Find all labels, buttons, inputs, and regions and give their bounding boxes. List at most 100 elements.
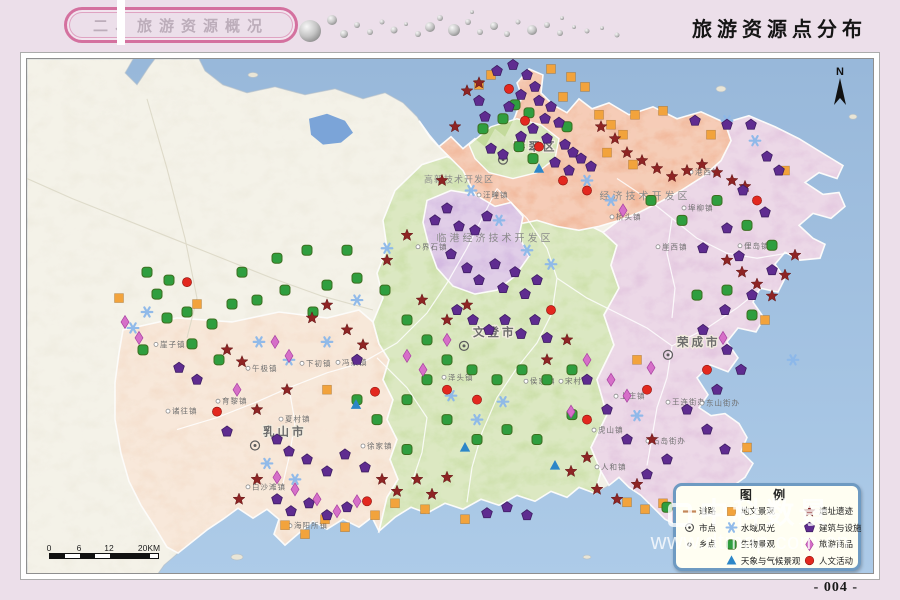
legend-item: 道路: [682, 503, 724, 520]
legend-item: 天象与气候景观: [724, 553, 802, 570]
town-label: 白沙滩镇: [252, 481, 286, 491]
circle-legend-icon: [802, 553, 817, 568]
legend-item: 人文活动: [802, 553, 852, 570]
legend-item-label: 旅游商品: [819, 538, 853, 550]
town-symbol: [416, 245, 420, 249]
page-number: - 004 -: [814, 580, 858, 596]
town-symbol: [279, 417, 283, 421]
legend-title: 图 例: [682, 488, 852, 503]
rounded-legend-icon: [724, 537, 739, 552]
legend-column-nature: 地文景观水域风光生物景观天象与气候景观: [724, 503, 802, 569]
scale-tick: 12: [104, 543, 113, 553]
town-symbol: [361, 444, 365, 448]
towndot-legend-icon: [682, 537, 697, 552]
page-title: 旅游资源点分布: [692, 13, 867, 42]
town-label: 下初镇: [306, 358, 331, 368]
town-label: 石岛街办: [652, 436, 686, 446]
legend-item-label: 市点: [699, 522, 716, 534]
diamond-legend-icon: [802, 537, 817, 552]
town-label: 人和镇: [601, 461, 626, 471]
square-legend-icon: [724, 504, 739, 519]
town-symbol: [246, 485, 250, 489]
zone-label: 临港经济技术开发区: [437, 231, 554, 244]
map-legend: 图 例 道路市点乡点 地文景观水域风光生物景观天象与气候景观 遗址遗迹建筑与设施…: [673, 483, 861, 571]
map-canvas[interactable]: 崖子镇午极镇下初镇冯家镇诸往镇育黎镇夏村镇白沙滩镇海阳所镇徐家镇汪疃镇界石镇桥头…: [26, 58, 874, 574]
legend-item-label: 道路: [699, 505, 716, 517]
legend-item: 旅游商品: [802, 536, 852, 553]
map-panel: 崖子镇午极镇下初镇冯家镇诸往镇育黎镇夏村镇白沙滩镇海阳所镇徐家镇汪疃镇界石镇桥头…: [20, 52, 880, 580]
legend-item-label: 乡点: [699, 538, 716, 550]
legend-item: 乡点: [682, 536, 724, 553]
cityring-legend-icon: [682, 520, 697, 535]
town-symbol: [154, 342, 158, 346]
city-label: 乳山市: [263, 425, 306, 439]
legend-item-label: 水域风光: [741, 522, 775, 534]
north-label: N: [829, 67, 851, 77]
town-symbol: [656, 245, 660, 249]
town-label: 虎山镇: [598, 425, 623, 435]
scale-bar-strip: [49, 553, 159, 559]
town-label: 育黎镇: [222, 396, 247, 406]
scale-bar: 0 6 12 20KM: [49, 543, 159, 559]
town-label: 东山街办: [706, 398, 740, 408]
legend-item: 建筑与设施: [802, 520, 852, 537]
section-title-capsule: 二、旅游资源概况: [64, 7, 298, 43]
legend-item-label: 天象与气候景观: [741, 555, 801, 567]
town-label: 埠柳镇: [688, 202, 713, 212]
decorative-bubbles-icon: [292, 0, 652, 52]
legend-item-label: 人文活动: [819, 555, 853, 567]
town-symbol: [166, 409, 170, 413]
legend-column-culture: 遗址遗迹建筑与设施旅游商品人文活动: [802, 503, 852, 569]
town-label: 桥头镇: [616, 211, 641, 221]
town-label: 汪疃镇: [483, 189, 508, 199]
header-divider: [117, 0, 125, 45]
town-label: 崖西镇: [662, 241, 687, 251]
city-label: 荣成市: [676, 335, 720, 349]
town-symbol: [246, 366, 250, 370]
town-label: 午极镇: [252, 363, 277, 373]
town-symbol: [700, 401, 704, 405]
town-label: 诸往镇: [172, 406, 197, 416]
north-arrow: N: [829, 67, 851, 112]
town-symbol: [610, 215, 614, 219]
scale-tick: 6: [77, 543, 82, 553]
town-symbol: [336, 360, 340, 364]
north-arrow-icon: [832, 77, 848, 107]
legend-item-label: 建筑与设施: [819, 522, 862, 534]
town-symbol: [559, 379, 563, 383]
town-label: 俚岛镇: [744, 240, 769, 250]
page-footer: - 004 -: [0, 580, 900, 600]
legend-item-label: 生物景观: [741, 538, 775, 550]
legend-item: 地文景观: [724, 503, 802, 520]
town-symbol: [524, 379, 528, 383]
legend-item: 遗址遗迹: [802, 503, 852, 520]
road-legend-icon: [682, 504, 697, 519]
town-symbol: [614, 394, 618, 398]
zone-label: 高新技术开发区: [424, 174, 494, 185]
town-label: 夏村镇: [285, 414, 310, 424]
town-symbol: [442, 375, 446, 379]
town-symbol: [666, 400, 670, 404]
pentagon-legend-icon: [802, 520, 817, 535]
town-label: 崖子镇: [160, 339, 185, 349]
legend-item: 市点: [682, 520, 724, 537]
snowflake-legend-icon: [724, 520, 739, 535]
town-symbol: [216, 399, 220, 403]
page-header: 二、旅游资源概况 旅游资源点分布: [0, 0, 900, 52]
scale-tick: 20KM: [138, 543, 160, 553]
town-symbol: [592, 428, 596, 432]
town-symbol: [738, 244, 742, 248]
town-label: 徐家镇: [367, 441, 392, 451]
scale-tick: 0: [47, 543, 52, 553]
scale-ticks: 0 6 12 20KM: [49, 543, 159, 553]
star-legend-icon: [802, 504, 817, 519]
triangle-legend-icon: [724, 553, 739, 568]
legend-column-base: 道路市点乡点: [682, 503, 724, 569]
legend-item: 生物景观: [724, 536, 802, 553]
city-label: 文登市: [473, 325, 516, 339]
town-symbol: [477, 193, 481, 197]
town-symbol: [595, 465, 599, 469]
town-symbol: [682, 206, 686, 210]
legend-item-label: 遗址遗迹: [819, 505, 853, 517]
town-symbol: [300, 361, 304, 365]
